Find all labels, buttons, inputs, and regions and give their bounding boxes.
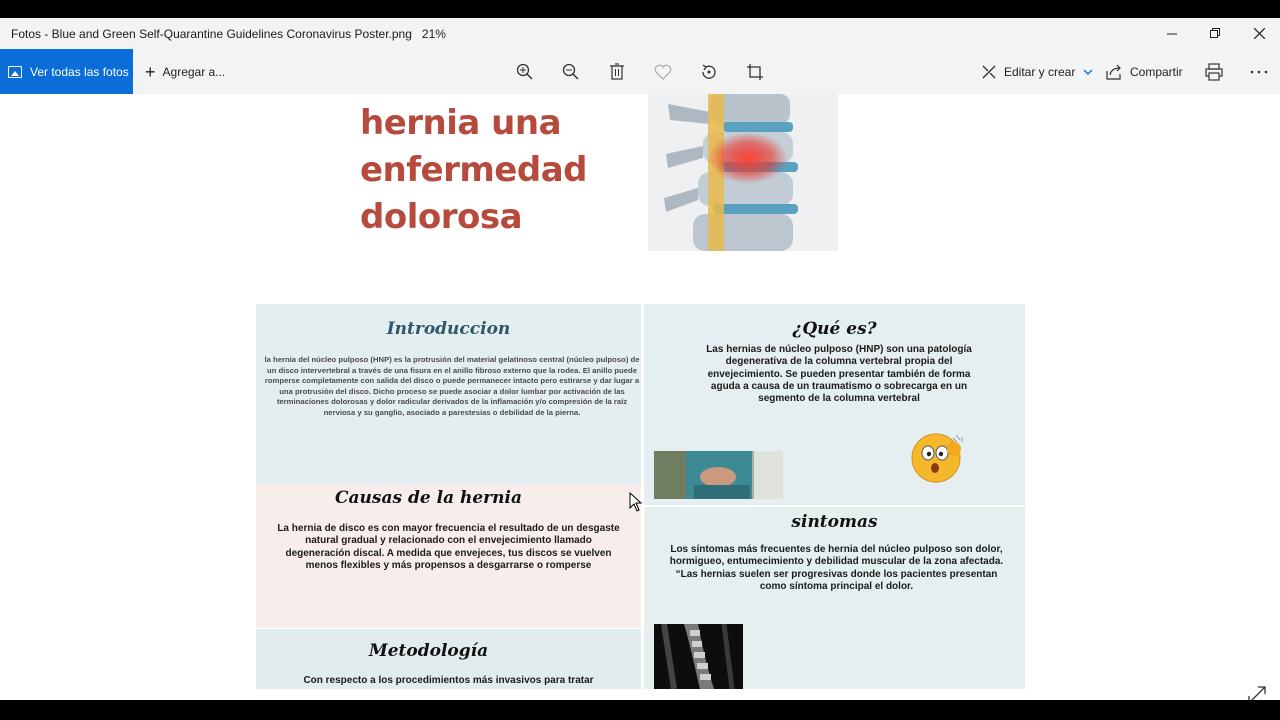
edit-create-label: Editar y crear <box>1004 64 1076 79</box>
crop-button[interactable] <box>744 61 766 83</box>
zoom-out-button[interactable] <box>560 61 582 83</box>
more-icon <box>1250 70 1268 74</box>
spine-illustration <box>648 94 838 251</box>
edit-icon <box>982 65 996 78</box>
share-button[interactable]: Compartir <box>1105 49 1183 94</box>
metodologia-text: Con respecto a los procedimientos más in… <box>303 675 594 686</box>
causas-heading: Causas de la hernia <box>335 488 522 508</box>
close-button[interactable] <box>1237 18 1280 49</box>
spine-mri-image <box>654 624 743 689</box>
poster-title: hernia una enfermedad dolorosa <box>360 100 630 241</box>
que-es-heading: ¿Qué es? <box>792 319 877 339</box>
image-viewer[interactable]: hernia una enfermedad dolorosa Introducc… <box>0 94 1280 700</box>
minimize-icon <box>1166 33 1177 35</box>
intro-card: Introduccion la hernia del núcleo pulpos… <box>256 304 641 484</box>
delete-icon <box>610 63 624 80</box>
share-label: Compartir <box>1130 64 1183 79</box>
causas-card: Causas de la hernia La hernia de disco e… <box>256 484 641 628</box>
print-button[interactable] <box>1203 61 1225 83</box>
heart-icon <box>654 64 672 80</box>
print-icon <box>1205 63 1223 81</box>
poster-title-line-3: dolorosa <box>360 197 523 237</box>
window-title: Fotos - Blue and Green Self-Quarantine G… <box>11 26 412 41</box>
fullscreen-button[interactable] <box>1246 684 1268 700</box>
minimize-button[interactable] <box>1150 18 1194 49</box>
expand-icon <box>1248 686 1266 700</box>
zoom-in-icon <box>516 63 533 80</box>
rotate-icon <box>702 64 716 79</box>
poster-title-line-2: enfermedad <box>360 150 588 190</box>
mouse-cursor-icon <box>629 491 643 517</box>
crop-icon <box>747 64 763 80</box>
metodologia-card: Metodología Con respecto a los procedimi… <box>256 629 641 689</box>
que-es-text: Las hernias de núcleo pulposo (HNP) son … <box>706 344 972 405</box>
restore-icon <box>1209 28 1220 38</box>
intro-text: la hernia del núcleo pulposo (HNP) es la… <box>264 355 640 417</box>
causas-text: La hernia de disco es con mayor frecuenc… <box>277 523 620 571</box>
all-photos-button[interactable]: Ver todas las fotos <box>0 49 133 94</box>
chevron-down-icon <box>1083 69 1093 75</box>
toolbar: Ver todas las fotos + Agregar a... Edita… <box>0 49 1280 94</box>
zoom-level: 21% <box>421 26 446 41</box>
intro-heading: Introduccion <box>386 319 511 339</box>
sintomas-text: Los síntomas más frecuentes de hernia de… <box>669 544 1004 592</box>
back-pain-photo <box>654 451 783 499</box>
edit-create-button[interactable]: Editar y crear <box>980 49 1093 94</box>
all-photos-label: Ver todas las fotos <box>30 64 129 79</box>
poster-title-line-1: hernia una <box>360 103 562 143</box>
restore-button[interactable] <box>1193 18 1237 49</box>
worried-emoji-icon <box>910 431 964 483</box>
share-icon <box>1106 64 1121 80</box>
title-bar: Fotos - Blue and Green Self-Quarantine G… <box>0 18 1280 49</box>
add-to-button[interactable]: + Agregar a... <box>145 49 225 94</box>
rotate-button[interactable] <box>698 61 720 83</box>
photos-app-window: Fotos - Blue and Green Self-Quarantine G… <box>0 18 1280 700</box>
more-button[interactable] <box>1248 61 1270 83</box>
zoom-in-button[interactable] <box>514 61 536 83</box>
photos-icon <box>8 65 22 78</box>
close-icon <box>1253 28 1265 39</box>
zoom-out-icon <box>562 63 579 80</box>
sintomas-heading: sintomas <box>791 512 878 532</box>
metodologia-heading: Metodología <box>368 641 489 661</box>
plus-icon: + <box>145 61 156 82</box>
favorite-button[interactable] <box>652 61 674 83</box>
add-to-label: Agregar a... <box>162 64 226 79</box>
delete-button[interactable] <box>606 61 628 83</box>
